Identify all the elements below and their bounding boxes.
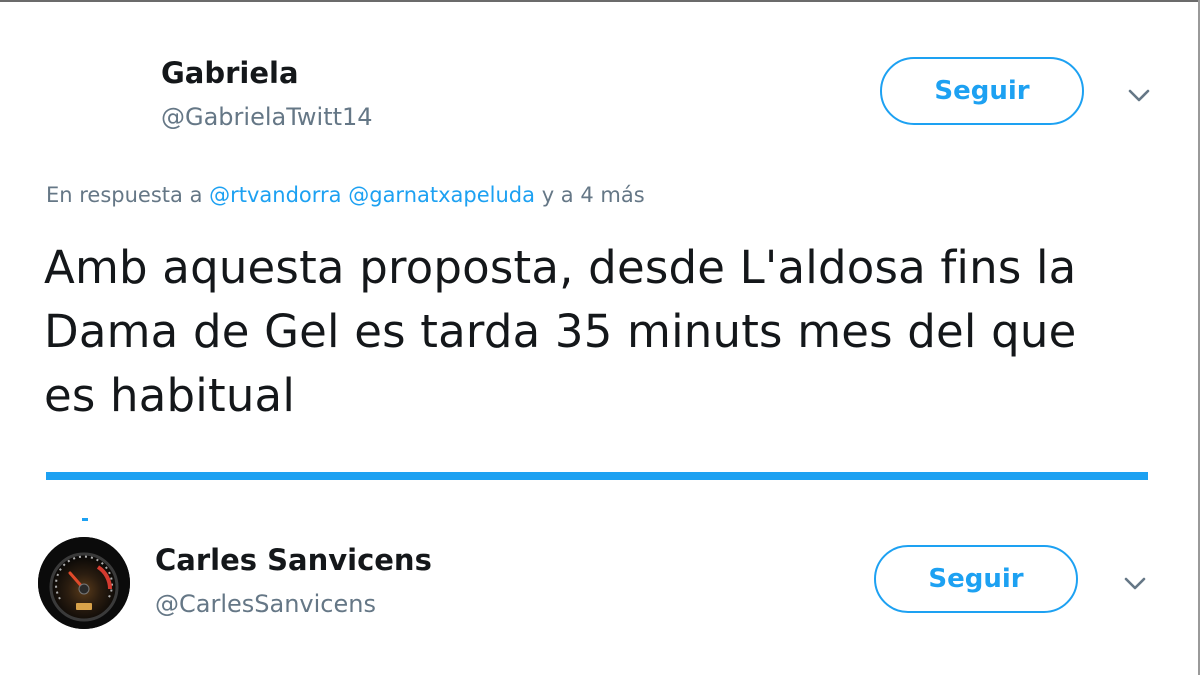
- chevron-down-icon[interactable]: [1118, 566, 1152, 600]
- tweet1-follow-button[interactable]: Seguir: [880, 57, 1084, 125]
- tweet-text-line: es habitual: [44, 369, 296, 422]
- avatar[interactable]: [38, 537, 130, 629]
- reply-mention-link[interactable]: @garnatxapeluda: [348, 183, 535, 207]
- tweet-thread: Gabriela @GabrielaTwitt14 Seguir En resp…: [0, 0, 1200, 675]
- tweet-text-line: Dama de Gel es tarda 35 minuts mes del q…: [44, 305, 1077, 358]
- top-border: [0, 0, 1200, 2]
- tweet1-handle[interactable]: @GabrielaTwitt14: [161, 103, 373, 131]
- thread-marker: [82, 518, 88, 521]
- tweet2-handle[interactable]: @CarlesSanvicens: [155, 590, 376, 618]
- tweet1-text: Amb aquesta proposta, desde L'aldosa fin…: [44, 236, 1154, 428]
- reply-context: En respuesta a @rtvandorra @garnatxapelu…: [46, 183, 645, 207]
- reply-mention-link[interactable]: @rtvandorra: [209, 183, 341, 207]
- reply-prefix: En respuesta a: [46, 183, 203, 207]
- reply-suffix: y a 4 más: [541, 183, 645, 207]
- tweet2-display-name[interactable]: Carles Sanvicens: [155, 543, 432, 577]
- tweet-text-line: Amb aquesta proposta, desde L'aldosa fin…: [44, 241, 1077, 294]
- speedometer-avatar-icon: [38, 537, 130, 629]
- tweet1-display-name[interactable]: Gabriela: [161, 56, 299, 90]
- chevron-down-icon[interactable]: [1122, 78, 1156, 112]
- tweet2-follow-button[interactable]: Seguir: [874, 545, 1078, 613]
- thread-divider: [46, 472, 1148, 480]
- reply-context-cutoff: [40, 666, 740, 675]
